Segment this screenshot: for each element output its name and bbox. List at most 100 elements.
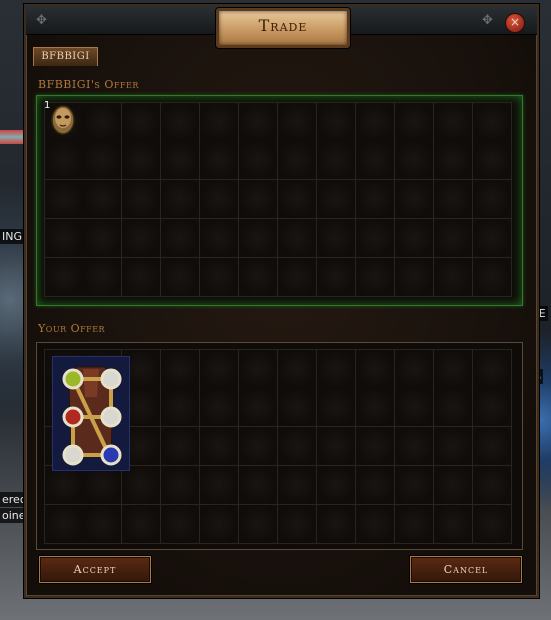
grid-cell[interactable]: [434, 180, 473, 219]
grid-cell[interactable]: [356, 258, 395, 297]
grid-cell[interactable]: [161, 258, 200, 297]
body-armour-item-icon[interactable]: [52, 356, 130, 471]
grid-cell[interactable]: [434, 505, 473, 544]
grid-cell[interactable]: [161, 388, 200, 427]
grid-cell[interactable]: [83, 258, 122, 297]
grid-cell[interactable]: [473, 141, 512, 180]
grid-cell[interactable]: [44, 505, 84, 544]
grid-cell[interactable]: [356, 180, 395, 219]
grid-cell[interactable]: [473, 505, 512, 544]
grid-cell[interactable]: [473, 388, 512, 427]
grid-cell[interactable]: [278, 505, 317, 544]
grid-cell[interactable]: [317, 427, 356, 466]
grid-cell[interactable]: [122, 505, 161, 544]
grid-cell[interactable]: [161, 427, 200, 466]
grid-cell[interactable]: [356, 427, 395, 466]
grid-cell[interactable]: [161, 349, 200, 389]
grid-cell[interactable]: [473, 102, 512, 142]
grid-cell[interactable]: [434, 349, 473, 389]
grid-cell[interactable]: [395, 349, 434, 389]
accept-button[interactable]: Accept: [39, 556, 151, 583]
grid-cell[interactable]: [356, 505, 395, 544]
grid-cell[interactable]: [395, 388, 434, 427]
grid-cell[interactable]: [278, 180, 317, 219]
grid-cell[interactable]: [239, 258, 278, 297]
grid-cell[interactable]: [473, 349, 512, 389]
grid-cell[interactable]: [161, 466, 200, 505]
grid-cell[interactable]: [200, 102, 239, 142]
grid-cell[interactable]: [122, 180, 161, 219]
grid-cell[interactable]: [278, 141, 317, 180]
grid-cell[interactable]: [278, 349, 317, 389]
grid-cell[interactable]: [200, 466, 239, 505]
grid-cell[interactable]: [434, 141, 473, 180]
grid-cell[interactable]: [83, 180, 122, 219]
close-button[interactable]: ×: [505, 13, 525, 33]
grid-cell[interactable]: [317, 505, 356, 544]
grid-cell[interactable]: [44, 219, 84, 258]
grid-cell[interactable]: [395, 180, 434, 219]
grid-cell[interactable]: [161, 102, 200, 142]
grid-cell[interactable]: [473, 466, 512, 505]
grid-cell[interactable]: [434, 427, 473, 466]
grid-cell[interactable]: [83, 102, 122, 142]
grid-cell[interactable]: [317, 102, 356, 142]
grid-cell[interactable]: [317, 388, 356, 427]
grid-cell[interactable]: [278, 102, 317, 142]
grid-cell[interactable]: [83, 505, 122, 544]
grid-cell[interactable]: [239, 427, 278, 466]
grid-cell[interactable]: [317, 219, 356, 258]
grid-cell[interactable]: [200, 258, 239, 297]
grid-cell[interactable]: [122, 466, 161, 505]
grid-cell[interactable]: [278, 427, 317, 466]
grid-cell[interactable]: [200, 388, 239, 427]
grid-cell[interactable]: [473, 427, 512, 466]
grid-cell[interactable]: [200, 505, 239, 544]
grid-cell[interactable]: [200, 349, 239, 389]
grid-cell[interactable]: [434, 388, 473, 427]
grid-cell[interactable]: [395, 427, 434, 466]
grid-cell[interactable]: [161, 505, 200, 544]
grid-cell[interactable]: [122, 102, 161, 142]
grid-cell[interactable]: [239, 180, 278, 219]
grid-cell[interactable]: [200, 219, 239, 258]
grid-cell[interactable]: [44, 258, 84, 297]
grid-cell[interactable]: [278, 388, 317, 427]
grid-cell[interactable]: [317, 180, 356, 219]
grid-cell[interactable]: [434, 466, 473, 505]
grid-cell[interactable]: [239, 466, 278, 505]
grid-cell[interactable]: [395, 219, 434, 258]
grid-cell[interactable]: [473, 219, 512, 258]
grid-cell[interactable]: [161, 180, 200, 219]
grid-cell[interactable]: [356, 388, 395, 427]
grid-cell[interactable]: [356, 349, 395, 389]
grid-cell[interactable]: [356, 141, 395, 180]
grid-cell[interactable]: [239, 219, 278, 258]
grid-cell[interactable]: [83, 219, 122, 258]
grid-cell[interactable]: [434, 258, 473, 297]
grid-cell[interactable]: [434, 102, 473, 142]
grid-cell[interactable]: [356, 102, 395, 142]
grid-cell[interactable]: [122, 219, 161, 258]
grid-cell[interactable]: [239, 349, 278, 389]
cancel-button[interactable]: Cancel: [410, 556, 522, 583]
grid-cell[interactable]: [356, 219, 395, 258]
grid-cell[interactable]: [317, 258, 356, 297]
grid-cell[interactable]: [239, 505, 278, 544]
grid-cell[interactable]: [278, 466, 317, 505]
grid-cell[interactable]: [395, 141, 434, 180]
mask-item-icon[interactable]: [49, 104, 77, 138]
grid-cell[interactable]: [395, 505, 434, 544]
grid-cell[interactable]: [44, 466, 84, 505]
grid-cell[interactable]: [317, 141, 356, 180]
grid-cell[interactable]: [83, 466, 122, 505]
grid-cell[interactable]: [395, 102, 434, 142]
grid-cell[interactable]: [317, 466, 356, 505]
grid-cell[interactable]: [473, 180, 512, 219]
grid-cell[interactable]: [161, 141, 200, 180]
grid-cell[interactable]: [278, 219, 317, 258]
tab-player[interactable]: BFBBIGI: [33, 47, 98, 66]
grid-cell[interactable]: [44, 141, 84, 180]
grid-cell[interactable]: [395, 258, 434, 297]
grid-cell[interactable]: [122, 258, 161, 297]
